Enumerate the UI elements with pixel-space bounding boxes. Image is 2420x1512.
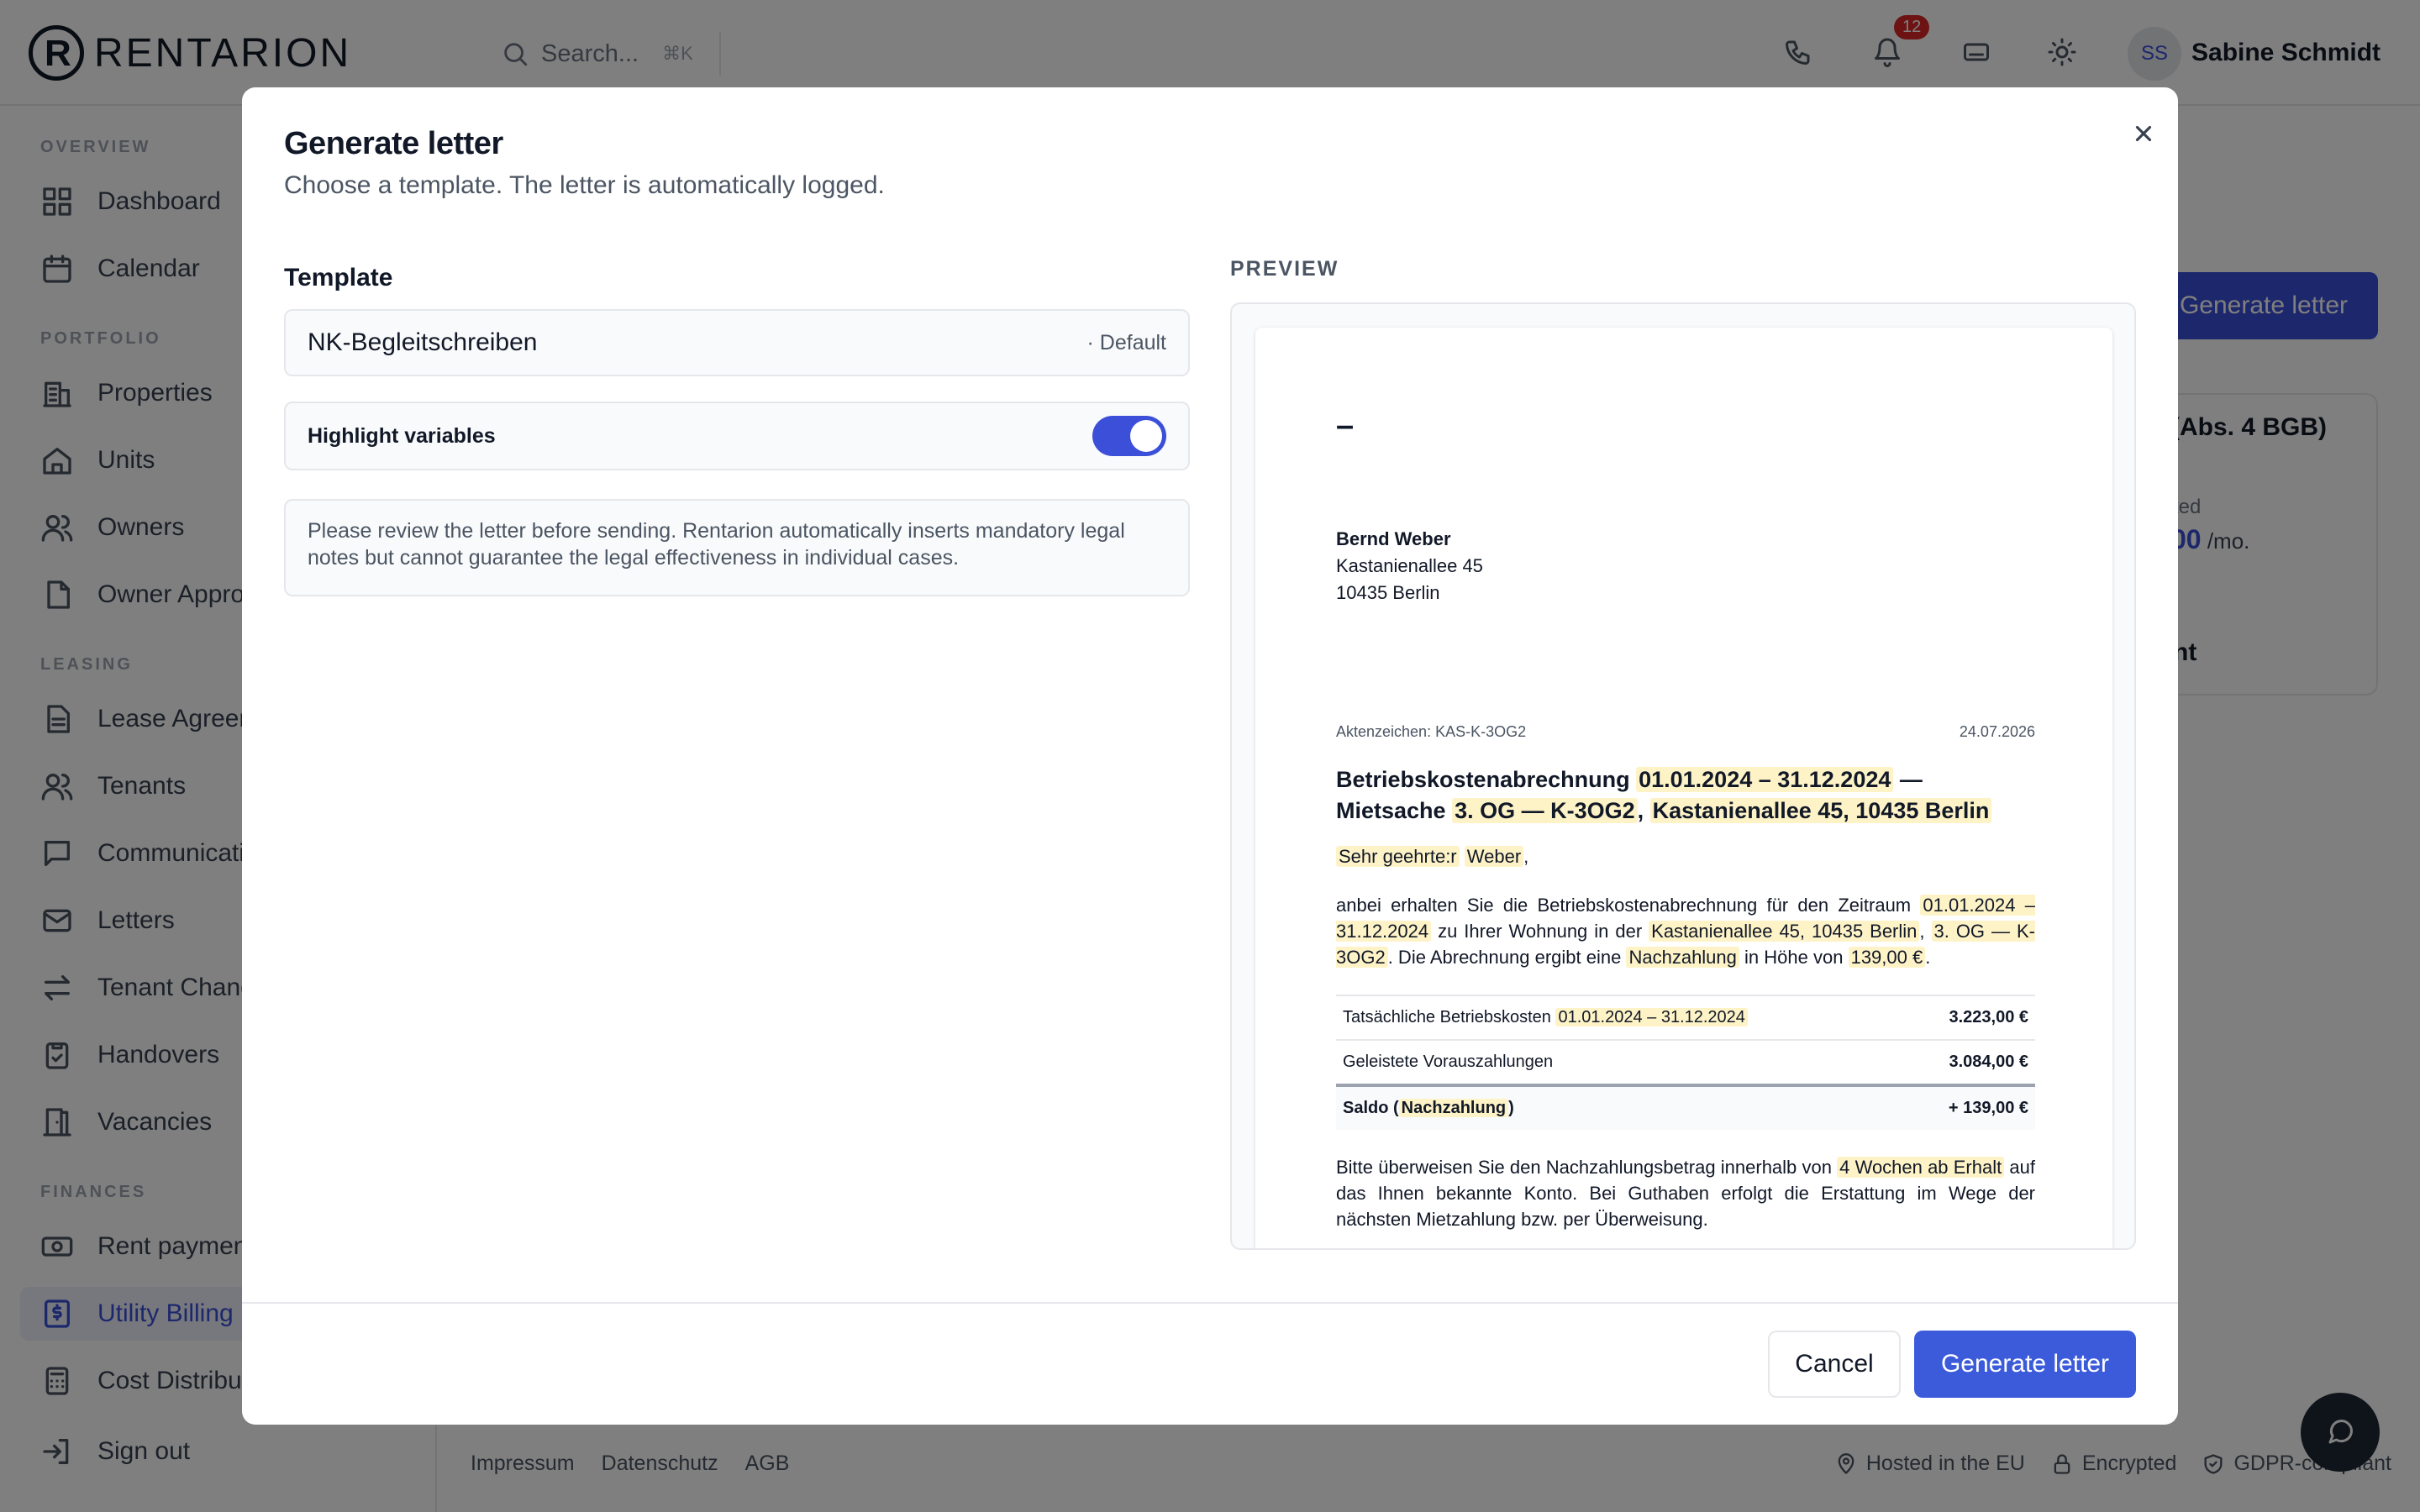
variable-address: Kastanienallee 45, 10435 Berlin [1649, 921, 1920, 942]
recipient-city: 10435 Berlin [1336, 582, 1440, 603]
table-cell-label: Saldo (Nachzahlung) [1336, 1084, 1908, 1130]
letter-body-paragraph-1: anbei erhalten Sie die Betriebskostenabr… [1336, 895, 2035, 968]
toggle-knob [1130, 420, 1162, 452]
recipient-name: Bernd Weber [1336, 528, 1451, 549]
variable-result: Nachzahlung [1626, 947, 1739, 968]
variable-result: Nachzahlung [1398, 1099, 1509, 1117]
preview-pane[interactable]: – Bernd Weber Kastanienallee 45 10435 Be… [1230, 302, 2136, 1250]
variable-period: 01.01.2024 – 31.12.2024 [1636, 767, 1894, 792]
reference-number: Aktenzeichen: KAS-K-3OG2 [1336, 723, 1527, 740]
dialog-title: Generate letter [284, 126, 503, 161]
template-label: Template [284, 264, 393, 291]
letter-date: 24.07.2026 [1959, 723, 2035, 740]
template-value: NK-Begleitschreiben [308, 328, 538, 356]
variable-amount: 139,00 € [1848, 947, 1926, 968]
highlight-variables-toggle[interactable] [1092, 416, 1166, 456]
highlight-variables-row: Highlight variables [284, 402, 1190, 470]
table-row-total: Saldo (Nachzahlung) + 139,00 € [1336, 1084, 2035, 1130]
generate-letter-dialog: Generate letter Choose a template. The l… [242, 87, 2178, 1425]
letter-salutation: Sehr geehrte:r Weber, [1336, 843, 2035, 869]
template-select[interactable]: NK-Begleitschreiben · Default [284, 309, 1190, 376]
letter-subject: Betriebskostenabrechnung 01.01.2024 – 31… [1336, 764, 2035, 827]
table-row: Tatsächliche Betriebskosten 01.01.2024 –… [1336, 995, 2035, 1040]
generate-letter-button[interactable]: Generate letter [1914, 1331, 2136, 1398]
dialog-footer: Cancel Generate letter [242, 1302, 2178, 1425]
variable-address: Kastanienallee 45, 10435 Berlin [1649, 798, 1992, 823]
variable-salutation: Sehr geehrte:r [1336, 846, 1460, 867]
cancel-button[interactable]: Cancel [1768, 1331, 1901, 1398]
variable-surname: Weber [1464, 846, 1524, 867]
letter-sender-placeholder: – [1336, 408, 1355, 444]
letter-meta: Aktenzeichen: KAS-K-3OG2 24.07.2026 [1336, 719, 2035, 745]
table-cell-amount: + 139,00 € [1907, 1084, 2035, 1130]
close-icon [2135, 125, 2152, 142]
variable-period: 01.01.2024 – 31.12.2024 [1555, 1008, 1748, 1026]
variable-unit: 3. OG — K-3OG2 [1452, 798, 1638, 823]
recipient-street: Kastanienallee 45 [1336, 555, 1483, 576]
letter-body-paragraph-2: Bitte überweisen Sie den Nachzahlungsbet… [1336, 1157, 2036, 1230]
preview-label: PREVIEW [1230, 257, 1339, 281]
dialog-subtitle: Choose a template. The letter is automat… [284, 171, 885, 199]
close-button[interactable] [2123, 113, 2165, 155]
table-cell-label: Tatsächliche Betriebskosten 01.01.2024 –… [1336, 995, 1908, 1040]
variable-deadline: 4 Wochen ab Erhalt [1837, 1157, 2005, 1178]
billing-summary-table: Tatsächliche Betriebskosten 01.01.2024 –… [1336, 995, 2035, 1130]
table-cell-amount: 3.223,00 € [1907, 995, 2035, 1040]
legal-notice: Please review the letter before sending.… [284, 499, 1190, 596]
highlight-variables-label: Highlight variables [308, 423, 496, 448]
letter-page: – Bernd Weber Kastanienallee 45 10435 Be… [1255, 328, 2112, 1248]
template-default-tag: · Default [1086, 330, 1166, 354]
table-cell-label: Geleistete Vorauszahlungen [1336, 1039, 1908, 1085]
table-row: Geleistete Vorauszahlungen 3.084,00 € [1336, 1039, 2035, 1085]
table-cell-amount: 3.084,00 € [1907, 1039, 2035, 1085]
